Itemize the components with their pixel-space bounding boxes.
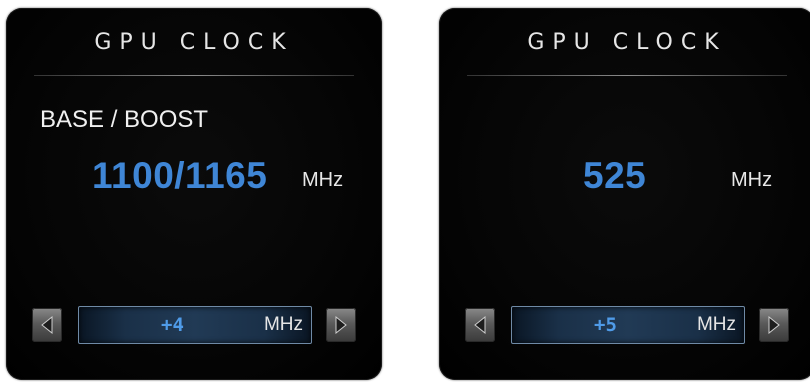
clock-value: 1100/1165 — [92, 155, 268, 196]
arrow-right-icon — [768, 316, 780, 334]
offset-unit: MHz — [263, 314, 303, 335]
offset-field[interactable]: +4 MHz — [78, 306, 312, 344]
gpu-clock-panel-right: GPU CLOCK 525 MHz +5 MHz — [439, 8, 810, 380]
gpu-clock-panel-left: GPU CLOCK BASE / BOOST 1100/1165 MHz +4 … — [6, 8, 382, 380]
clock-unit: MHz — [731, 169, 773, 191]
title-divider — [34, 75, 354, 76]
clock-value: 525 — [583, 155, 647, 196]
offset-stepper: +5 MHz — [465, 306, 789, 346]
mode-label: BASE / BOOST — [40, 106, 209, 133]
panel-title: GPU CLOCK — [527, 30, 727, 55]
offset-stepper: +4 MHz — [32, 306, 356, 346]
increment-button[interactable] — [759, 308, 789, 342]
decrement-button[interactable] — [465, 308, 495, 342]
arrow-right-icon — [335, 316, 347, 334]
increment-button[interactable] — [326, 308, 356, 342]
offset-value: +4 — [161, 314, 184, 336]
clock-readout: 525 MHz — [439, 153, 810, 203]
title-divider — [467, 75, 787, 76]
offset-unit: MHz — [696, 314, 736, 335]
clock-unit: MHz — [302, 169, 344, 191]
arrow-left-icon — [41, 316, 53, 334]
clock-readout: 1100/1165 MHz — [6, 153, 382, 203]
decrement-button[interactable] — [32, 308, 62, 342]
offset-field[interactable]: +5 MHz — [511, 306, 745, 344]
panel-title: GPU CLOCK — [94, 30, 294, 55]
arrow-left-icon — [474, 316, 486, 334]
offset-value: +5 — [594, 314, 617, 336]
